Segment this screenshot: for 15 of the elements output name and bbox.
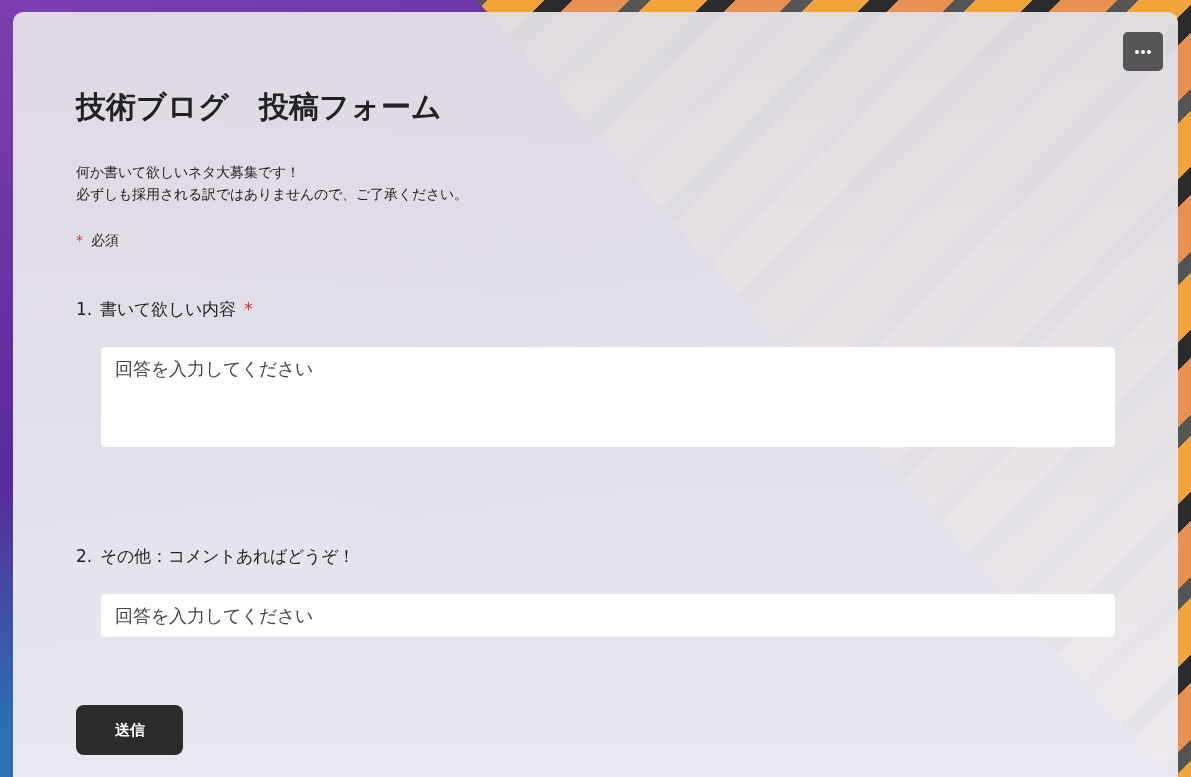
question-number: 2.: [76, 544, 93, 568]
question-text: 書いて欲しい内容: [100, 298, 237, 321]
question-number: 1.: [76, 298, 93, 321]
answer-field[interactable]: 回答を入力してください: [101, 594, 1115, 637]
required-mark: *: [244, 298, 253, 321]
required-mark: *: [76, 231, 83, 250]
submit-button[interactable]: 送信: [76, 705, 183, 755]
answer-field[interactable]: 回答を入力してください: [101, 346, 1115, 447]
description-text: 何か書いて欲しいネタ大募集です！: [76, 163, 301, 182]
form-title: 技術ブログ 投稿フォーム: [76, 88, 443, 126]
ellipsis-icon: [1134, 48, 1152, 55]
question-text: その他：コメントあればどうぞ！: [100, 544, 356, 568]
required-legend: 必須: [91, 229, 119, 251]
more-options-button[interactable]: [1123, 32, 1163, 71]
description-text: 必ずしも採用される訳ではありませんので、ご了承ください。: [76, 185, 469, 204]
